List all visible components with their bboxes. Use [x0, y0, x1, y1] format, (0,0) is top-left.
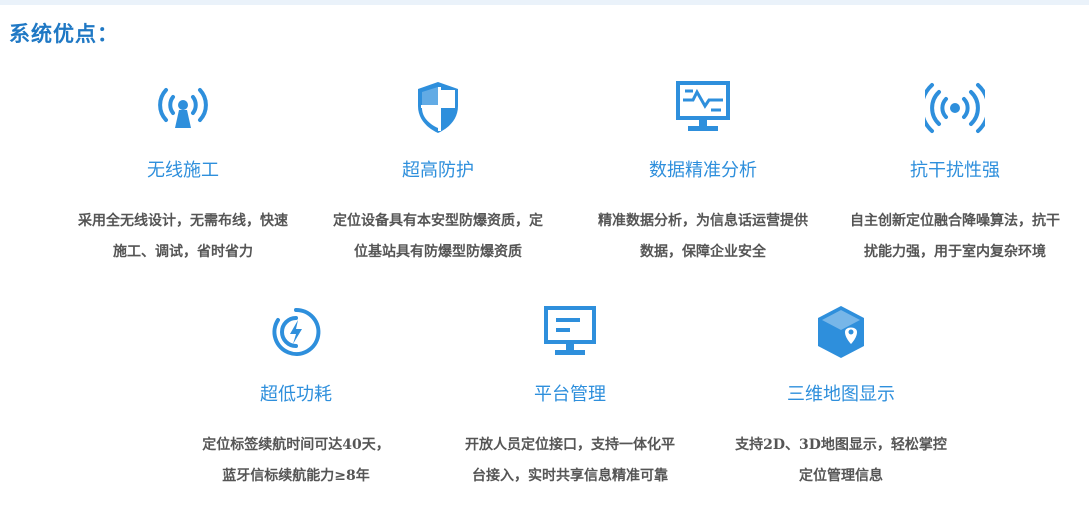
platform-monitor-icon [540, 302, 600, 362]
wireless-signal-icon [153, 78, 213, 138]
feature-description: 定位设备具有本安型防爆资质，定 位基站具有防爆型防爆资质 [333, 213, 543, 260]
feature-description: 定位标签续航时间可达40天， 蓝牙信标续航能力≥8年 [202, 437, 390, 484]
feature-description: 自主创新定位融合降噪算法，抗干 扰能力强，用于室内复杂环境 [850, 213, 1060, 260]
3d-map-cube-icon [811, 302, 871, 362]
low-power-icon [266, 302, 326, 362]
feature-title: 平台管理 [534, 384, 606, 405]
section-title: 系统优点： [9, 21, 119, 46]
anti-interference-signal-icon [925, 78, 985, 138]
feature-title: 三维地图显示 [787, 384, 895, 405]
feature-description: 采用全无线设计，无需布线，快速 施工、调试，省时省力 [78, 213, 288, 260]
data-analysis-monitor-icon [673, 78, 733, 138]
shield-icon [408, 78, 468, 138]
feature-title: 抗干扰性强 [910, 160, 1000, 181]
feature-description: 开放人员定位接口，支持一体化平 台接入，实时共享信息精准可靠 [465, 437, 675, 484]
feature-title: 超低功耗 [260, 384, 332, 405]
feature-description: 精准数据分析，为信息话运营提供 数据，保障企业安全 [598, 213, 808, 260]
feature-title: 超高防护 [402, 160, 474, 181]
feature-title: 无线施工 [147, 160, 219, 181]
feature-title: 数据精准分析 [649, 160, 757, 181]
top-divider [0, 0, 1089, 5]
feature-description: 支持2D、3D地图显示，轻松掌控 定位管理信息 [735, 437, 947, 484]
